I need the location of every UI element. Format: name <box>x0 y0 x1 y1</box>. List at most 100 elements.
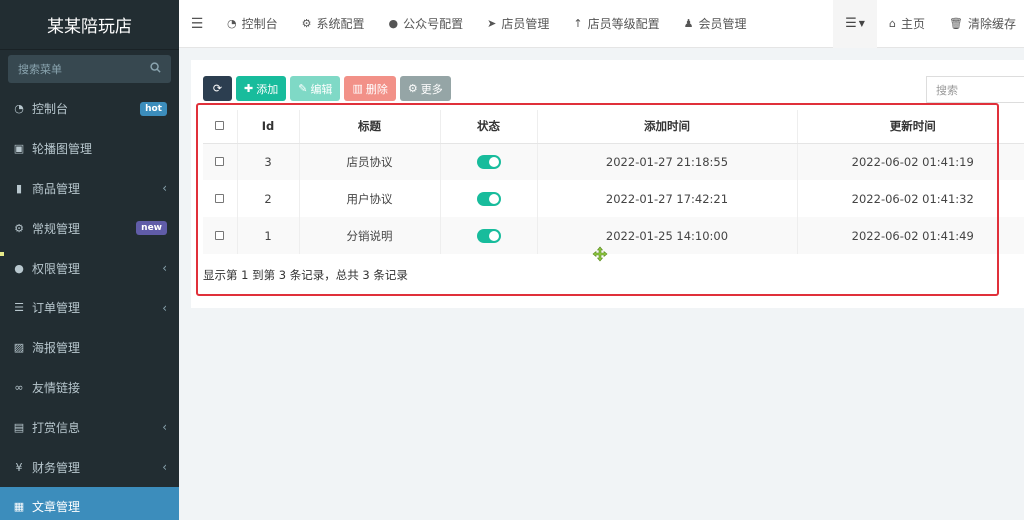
column-header-updated[interactable]: 更新时间 <box>797 110 1024 144</box>
refresh-button[interactable]: ⟳ <box>203 76 232 101</box>
table-header-row: Id 标题 状态 添加时间 更新时间 <box>203 110 1024 144</box>
row-select-cell[interactable] <box>203 143 238 180</box>
more-label: 更多 <box>420 82 443 96</box>
sidebar-item-tips[interactable]: ▤ 打赏信息 ‹ <box>0 407 179 447</box>
cell-status <box>440 180 538 217</box>
edit-label: 编辑 <box>310 82 333 96</box>
row-checkbox[interactable] <box>215 156 225 166</box>
row-select-cell[interactable] <box>203 217 238 254</box>
sidebar-item-permissions[interactable]: ● 权限管理 ‹ <box>0 248 179 288</box>
content-panel: ⟳ ✚ 添加 ✎ 编辑 ▥ 删除 ⚙ 更多 搜索 Id 标题 状态 添加时间 更… <box>191 60 1024 308</box>
tab-label: 店员等级配置 <box>587 17 660 31</box>
tab-dashboard[interactable]: ◔ 控制台 <box>215 0 290 48</box>
menu-search-input[interactable]: 搜索菜单 <box>8 55 171 83</box>
gift-icon: ▤ <box>13 420 25 434</box>
pagination-info: 显示第 1 到第 3 条记录，总共 3 条记录 <box>203 268 408 282</box>
cell-title: 店员协议 <box>299 143 441 180</box>
send-icon: ➤ <box>487 17 497 30</box>
sidebar-item-finance[interactable]: ¥ 财务管理 ‹ <box>0 447 179 487</box>
table-row[interactable]: 3 店员协议 2022-01-27 21:18:55 2022-06-02 01… <box>203 143 1024 180</box>
cell-status <box>440 217 538 254</box>
sidebar-item-label: 商品管理 <box>32 181 81 196</box>
cell-created: 2022-01-27 17:42:21 <box>537 180 798 217</box>
more-button[interactable]: ⚙ 更多 <box>399 76 451 101</box>
cell-created: 2022-01-25 14:10:00 <box>537 217 798 254</box>
sidebar-item-label: 文章管理 <box>32 500 81 515</box>
clear-cache-label: 清除缓存 <box>967 17 1016 31</box>
sidebar-item-links[interactable]: ∞ 友情链接 <box>0 368 179 408</box>
sidebar-item-label: 控制台 <box>32 102 69 117</box>
tab-label: 会员管理 <box>698 17 747 31</box>
more-tabs-dropdown[interactable]: ☰ ▼ <box>833 0 878 48</box>
add-button[interactable]: ✚ 添加 <box>236 76 287 101</box>
tab-label: 公众号配置 <box>403 17 464 31</box>
tab-members[interactable]: ♟ 会员管理 <box>672 0 759 48</box>
article-icon: ▦ <box>13 500 25 514</box>
cog-icon: ⚙ <box>301 17 312 30</box>
cell-created: 2022-01-27 21:18:55 <box>537 143 798 180</box>
chevron-left-icon: ‹ <box>162 460 167 475</box>
trash-icon: ▥ <box>352 82 363 95</box>
sidebar: 某某陪玩店 搜索菜单 ◔ 控制台 hot ▣ 轮播图管理 ▮ 商品管理 ‹ ⚙ … <box>0 0 179 520</box>
picture-icon: ▨ <box>13 341 25 355</box>
status-toggle[interactable] <box>476 228 501 243</box>
sidebar-item-articles[interactable]: ▦ 文章管理 <box>0 486 179 520</box>
list-icon: ☰ <box>845 16 857 31</box>
tab-system-config[interactable]: ⚙ 系统配置 <box>290 0 377 48</box>
sidebar-item-orders[interactable]: ☰ 订单管理 ‹ <box>0 288 179 328</box>
list-icon: ☰ <box>14 301 24 315</box>
sidebar-item-products[interactable]: ▮ 商品管理 ‹ <box>0 169 179 209</box>
sidebar-item-carousel[interactable]: ▣ 轮播图管理 <box>0 129 179 169</box>
caret-down-icon: ▼ <box>858 19 865 28</box>
chevron-left-icon: ‹ <box>162 420 167 435</box>
row-checkbox[interactable] <box>215 230 225 240</box>
table-toolbar: ⟳ ✚ 添加 ✎ 编辑 ▥ 删除 ⚙ 更多 <box>203 76 451 101</box>
tab-staff[interactable]: ➤ 店员管理 <box>475 0 561 48</box>
table-search-input[interactable]: 搜索 <box>926 76 1024 103</box>
cog-icon: ⚙ <box>407 82 418 95</box>
menu-search-placeholder: 搜索菜单 <box>18 63 62 76</box>
column-header-title[interactable]: 标题 <box>299 110 441 144</box>
tab-staff-levels[interactable]: ↑ 店员等级配置 <box>561 0 671 48</box>
user-icon: ♟ <box>683 17 694 30</box>
table-row[interactable]: 2 用户协议 2022-01-27 17:42:21 2022-06-02 01… <box>203 180 1024 217</box>
cell-title: 用户协议 <box>299 180 441 217</box>
edit-button[interactable]: ✎ 编辑 <box>290 76 341 101</box>
select-all-checkbox[interactable] <box>215 121 225 131</box>
top-navbar: ☰ ◔ 控制台 ⚙ 系统配置 ● 公众号配置 ➤ 店员管理 ↑ 店员等级配置 ♟… <box>179 0 1024 48</box>
row-select-cell[interactable] <box>203 180 238 217</box>
status-toggle[interactable] <box>476 155 501 169</box>
column-header-created[interactable]: 添加时间 <box>537 110 798 144</box>
sidebar-item-label: 常规管理 <box>32 221 81 236</box>
articles-table: Id 标题 状态 添加时间 更新时间 3 店员协议 2022-01-27 21:… <box>203 110 1024 254</box>
sidebar-item-label: 打赏信息 <box>32 420 81 435</box>
search-icon <box>150 62 161 76</box>
marker <box>0 252 4 256</box>
clear-cache-button[interactable]: 🗑 清除缓存 <box>937 0 1024 48</box>
sidebar-item-posters[interactable]: ▨ 海报管理 <box>0 328 179 368</box>
book-icon: ▮ <box>15 181 23 195</box>
cell-id: 3 <box>237 143 300 180</box>
tab-wechat-config[interactable]: ● 公众号配置 <box>377 0 476 48</box>
table-row[interactable]: 1 分销说明 2022-01-25 14:10:00 2022-06-02 01… <box>203 217 1024 254</box>
pencil-icon: ✎ <box>298 82 308 95</box>
row-checkbox[interactable] <box>215 193 225 203</box>
home-label: 主页 <box>901 17 926 31</box>
tab-label: 店员管理 <box>501 17 550 31</box>
link-icon: ∞ <box>14 380 24 394</box>
status-toggle[interactable] <box>476 191 501 206</box>
tab-label: 系统配置 <box>316 17 365 31</box>
sidebar-item-dashboard[interactable]: ◔ 控制台 hot <box>0 89 179 129</box>
sidebar-item-general[interactable]: ⚙ 常规管理 new <box>0 208 179 248</box>
delete-button[interactable]: ▥ 删除 <box>344 76 396 101</box>
home-link[interactable]: ⌂ 主页 <box>877 0 937 48</box>
sidebar-toggle-icon[interactable]: ☰ <box>179 16 215 32</box>
brand-logo[interactable]: 某某陪玩店 <box>0 0 179 50</box>
chevron-left-icon: ‹ <box>162 181 167 196</box>
tab-label: 控制台 <box>241 17 278 31</box>
select-all-cell[interactable] <box>203 110 238 144</box>
trash-icon: 🗑 <box>949 17 963 30</box>
column-header-id[interactable]: Id <box>237 110 300 144</box>
sidebar-item-label: 友情链接 <box>32 380 81 395</box>
column-header-status[interactable]: 状态 <box>440 110 538 144</box>
